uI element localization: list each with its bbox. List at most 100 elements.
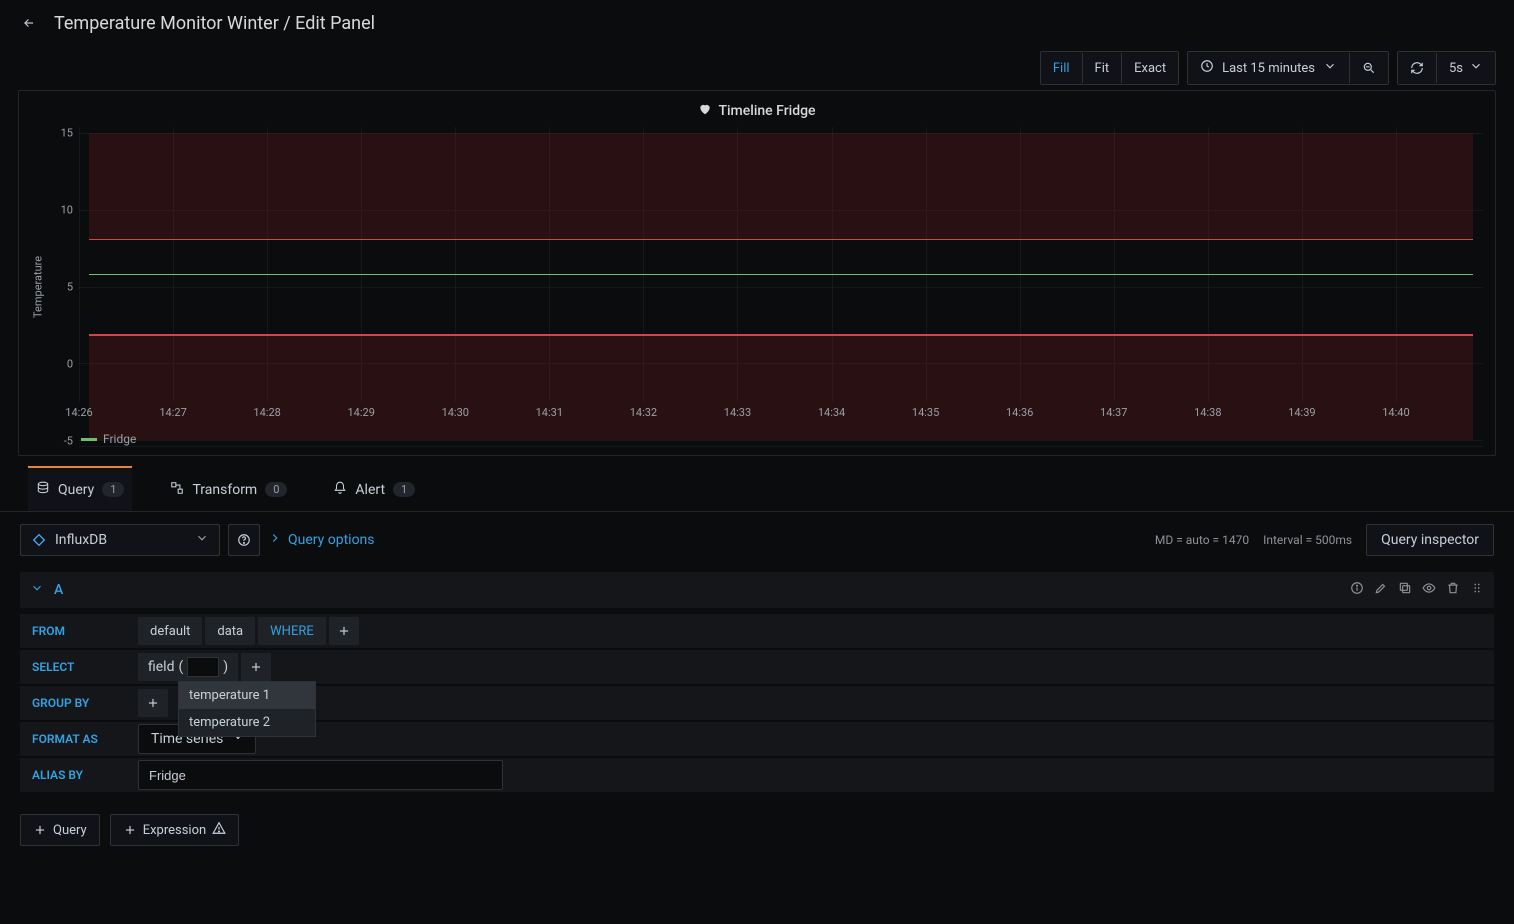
query-name: A	[54, 582, 63, 598]
page-title: Temperature Monitor Winter / Edit Panel	[54, 13, 375, 34]
where-add-button[interactable]	[329, 617, 359, 645]
query-inspector-button[interactable]: Query inspector	[1366, 524, 1494, 556]
x-tick: 14:36	[1006, 406, 1033, 419]
add-expression-button[interactable]: Expression	[110, 814, 240, 846]
view-fit-button[interactable]: Fit	[1083, 52, 1123, 84]
query-delete-icon[interactable]	[1446, 581, 1460, 599]
query-edit-icon[interactable]	[1374, 581, 1388, 599]
x-tick: 14:29	[348, 406, 375, 419]
query-interval-info: Interval = 500ms	[1263, 533, 1352, 547]
x-tick: 14:40	[1382, 406, 1409, 419]
y-tick: 5	[67, 281, 73, 294]
x-tick: 14:28	[253, 406, 280, 419]
query-help-icon[interactable]	[1350, 581, 1364, 599]
query-options-toggle[interactable]: Query options	[268, 531, 375, 549]
time-picker-group: Last 15 minutes	[1187, 51, 1389, 85]
x-axis-ticks: 14:26 14:27 14:28 14:29 14:30 14:31 14:3…	[79, 406, 1483, 422]
x-tick: 14:39	[1288, 406, 1315, 419]
y-tick: 0	[67, 357, 73, 370]
query-toggle-visibility-icon[interactable]	[1422, 581, 1436, 599]
refresh-interval-button[interactable]: 5s	[1437, 52, 1495, 84]
zoom-out-button[interactable]	[1350, 52, 1388, 84]
where-keyword[interactable]: WHERE	[258, 617, 326, 645]
tab-query[interactable]: Query 1	[28, 466, 132, 511]
autocomplete-item[interactable]: temperature 2	[179, 709, 315, 736]
view-mode-group: Fill Fit Exact	[1040, 51, 1179, 85]
query-duplicate-icon[interactable]	[1398, 581, 1412, 599]
datasource-picker[interactable]: InfluxDB	[20, 524, 220, 556]
refresh-group: 5s	[1397, 51, 1496, 85]
warning-icon	[212, 821, 226, 839]
refresh-button[interactable]	[1398, 52, 1437, 84]
tab-alert-label: Alert	[355, 482, 385, 498]
y-tick: 10	[61, 204, 73, 217]
plus-icon	[146, 696, 160, 710]
plot-area[interactable]: 14:26 14:27 14:28 14:29 14:30 14:31 14:3…	[79, 127, 1483, 447]
from-policy-segment[interactable]: default	[138, 617, 202, 645]
x-tick: 14:30	[442, 406, 469, 419]
x-tick: 14:27	[159, 406, 186, 419]
chevron-down-icon	[195, 531, 209, 549]
plus-icon	[337, 624, 351, 638]
heart-icon	[698, 102, 712, 120]
x-tick: 14:35	[912, 406, 939, 419]
refresh-icon	[1410, 61, 1424, 75]
select-field-segment[interactable]: field ( ) temperature 1 temperature 2	[138, 653, 238, 681]
plus-icon	[249, 660, 263, 674]
panel-title-text: Timeline Fridge	[718, 103, 815, 119]
back-arrow[interactable]	[18, 12, 40, 34]
view-exact-button[interactable]: Exact	[1122, 52, 1178, 84]
legend-swatch	[81, 438, 97, 441]
chevron-down-icon	[30, 581, 44, 599]
paren-close: )	[223, 659, 228, 675]
lower-alert-zone	[89, 334, 1473, 439]
add-query-label: Query	[53, 823, 87, 838]
query-md-info: MD = auto = 1470	[1155, 533, 1249, 547]
x-tick: 14:38	[1194, 406, 1221, 419]
query-options-label: Query options	[288, 532, 375, 548]
add-query-button[interactable]: Query	[20, 814, 100, 846]
y-axis-label: Temperature	[31, 127, 45, 447]
autocomplete-item[interactable]: temperature 1	[179, 682, 315, 709]
upper-alert-zone	[89, 133, 1473, 238]
y-tick: 15	[61, 127, 73, 140]
datasource-name: InfluxDB	[55, 532, 107, 548]
legend-series-name: Fridge	[103, 432, 136, 446]
chart-legend[interactable]: Fridge	[79, 432, 136, 446]
threshold-lower	[89, 334, 1473, 336]
x-tick: 14:37	[1100, 406, 1127, 419]
help-icon	[237, 533, 251, 547]
aliasby-input[interactable]	[138, 760, 503, 790]
threshold-upper	[89, 239, 1473, 241]
query-row-header[interactable]: A	[20, 572, 1494, 608]
chevron-right-icon	[268, 531, 282, 549]
groupby-label: GROUP BY	[20, 696, 138, 710]
tab-transform-count: 0	[265, 482, 287, 497]
tab-alert-count: 1	[393, 482, 415, 497]
select-add-button[interactable]	[241, 653, 271, 681]
x-tick: 14:33	[724, 406, 751, 419]
influx-icon	[31, 532, 47, 548]
tab-transform-label: Transform	[192, 482, 257, 498]
tab-transform[interactable]: Transform 0	[162, 466, 295, 511]
aliasby-label: ALIAS BY	[20, 768, 138, 782]
bell-icon	[333, 481, 347, 499]
tab-alert[interactable]: Alert 1	[325, 466, 423, 511]
x-tick: 14:26	[65, 406, 92, 419]
view-fill-button[interactable]: Fill	[1041, 52, 1083, 84]
transform-icon	[170, 481, 184, 499]
database-icon	[36, 481, 50, 499]
tab-query-count: 1	[102, 482, 124, 497]
query-drag-handle-icon[interactable]	[1470, 581, 1484, 599]
select-field-input[interactable]	[187, 657, 219, 677]
zoom-out-icon	[1362, 61, 1376, 75]
y-tick: -5	[64, 434, 73, 447]
time-range-button[interactable]: Last 15 minutes	[1188, 52, 1350, 84]
from-measurement-segment[interactable]: data	[205, 617, 255, 645]
datasource-help-button[interactable]	[228, 524, 260, 556]
formatas-label: FORMAT AS	[20, 732, 138, 746]
chevron-down-icon	[1323, 59, 1337, 77]
groupby-add-button[interactable]	[138, 689, 168, 717]
clock-icon	[1200, 59, 1214, 77]
plus-icon	[123, 823, 137, 837]
